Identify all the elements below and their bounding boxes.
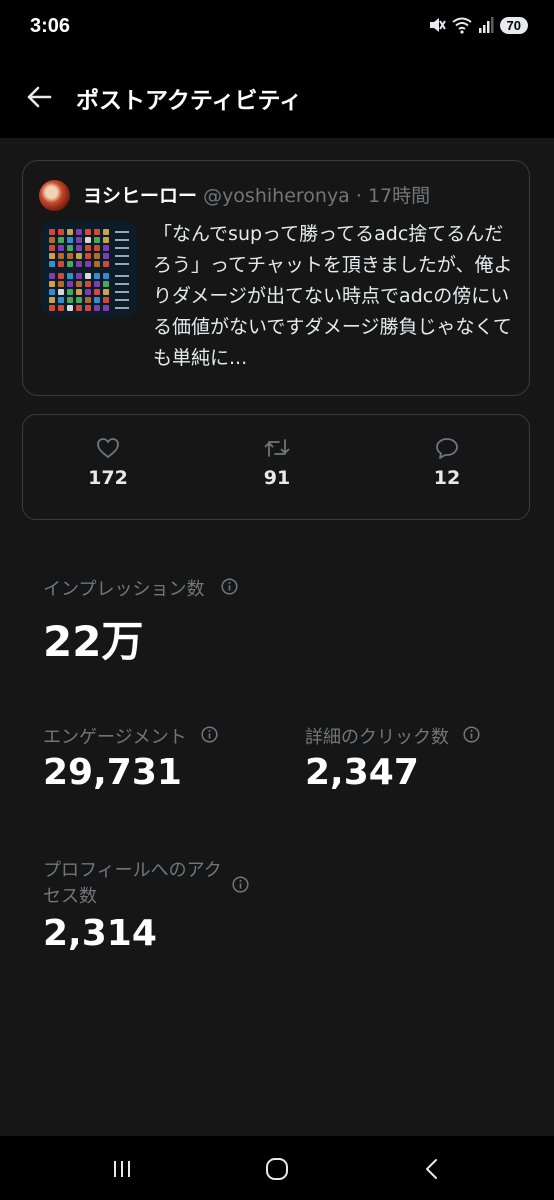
repost-icon [264, 439, 290, 457]
author-handle: @yoshiheronya [203, 185, 350, 207]
wifi-icon [451, 17, 472, 34]
battery-indicator: 70 [499, 16, 528, 34]
heart-icon [97, 438, 119, 458]
post-text: 「なんでsupって勝ってるadc捨てるんだろう」ってチャットを頂きましたが、俺よ… [153, 223, 513, 369]
detail-clicks-value: 2,347 [305, 752, 419, 793]
top-app-bar: ポストアクティビティ [0, 56, 554, 138]
system-navigation-bar [0, 1136, 554, 1200]
status-icons: 70 [428, 16, 528, 34]
reposts-stat[interactable]: 91 [232, 437, 322, 489]
detail-clicks-label: 詳細のクリック数 [305, 727, 449, 748]
replies-stat[interactable]: 12 [402, 437, 492, 489]
reposts-count: 91 [263, 467, 291, 489]
meta-separator: · [349, 185, 368, 207]
engagements-value: 29,731 [43, 752, 182, 793]
status-bar: 3:06 70 [0, 0, 554, 56]
signal-icon [478, 17, 494, 33]
post-time: 17時間 [367, 185, 431, 207]
home-icon [266, 1158, 288, 1180]
info-circle-icon[interactable] [232, 876, 249, 893]
engagements-label: エンゲージメント [43, 727, 187, 748]
chevron-left-icon [426, 1159, 437, 1179]
back-button[interactable] [22, 80, 56, 114]
likes-stat[interactable]: 172 [63, 437, 153, 489]
engagement-summary: 172 91 12 [22, 414, 530, 520]
main-content: ヨシヒーロー @yoshiheronya · 17時間 「なんでsupって勝って… [0, 138, 554, 1136]
post-thumbnail [41, 221, 137, 317]
recents-icon [114, 1161, 130, 1177]
info-circle-icon[interactable] [463, 726, 480, 743]
likes-count: 172 [88, 467, 128, 489]
mute-icon [429, 18, 446, 32]
status-time: 3:06 [30, 15, 71, 37]
impressions-label: インプレッション数 [43, 579, 205, 600]
author-name: ヨシヒーロー [83, 185, 198, 207]
post-card[interactable]: ヨシヒーロー @yoshiheronya · 17時間 「なんでsupって勝って… [22, 160, 530, 396]
info-circle-icon[interactable] [221, 578, 238, 595]
replies-count: 12 [433, 467, 461, 489]
home-button[interactable] [257, 1154, 297, 1184]
post-author-line: ヨシヒーロー @yoshiheronya · 17時間 [83, 181, 430, 208]
recents-button[interactable] [102, 1154, 142, 1184]
profile-visits-value: 2,314 [43, 913, 157, 954]
avatar [39, 180, 70, 211]
arrow-left-icon [27, 86, 52, 108]
profile-visits-label: プロフィールへのアクセス数 [43, 860, 222, 907]
page-title: ポストアクティビティ [76, 88, 303, 114]
system-back-button[interactable] [412, 1154, 452, 1184]
speech-bubble-icon [436, 438, 458, 459]
info-circle-icon[interactable] [201, 726, 218, 743]
impressions-value: 22万 [43, 617, 144, 666]
